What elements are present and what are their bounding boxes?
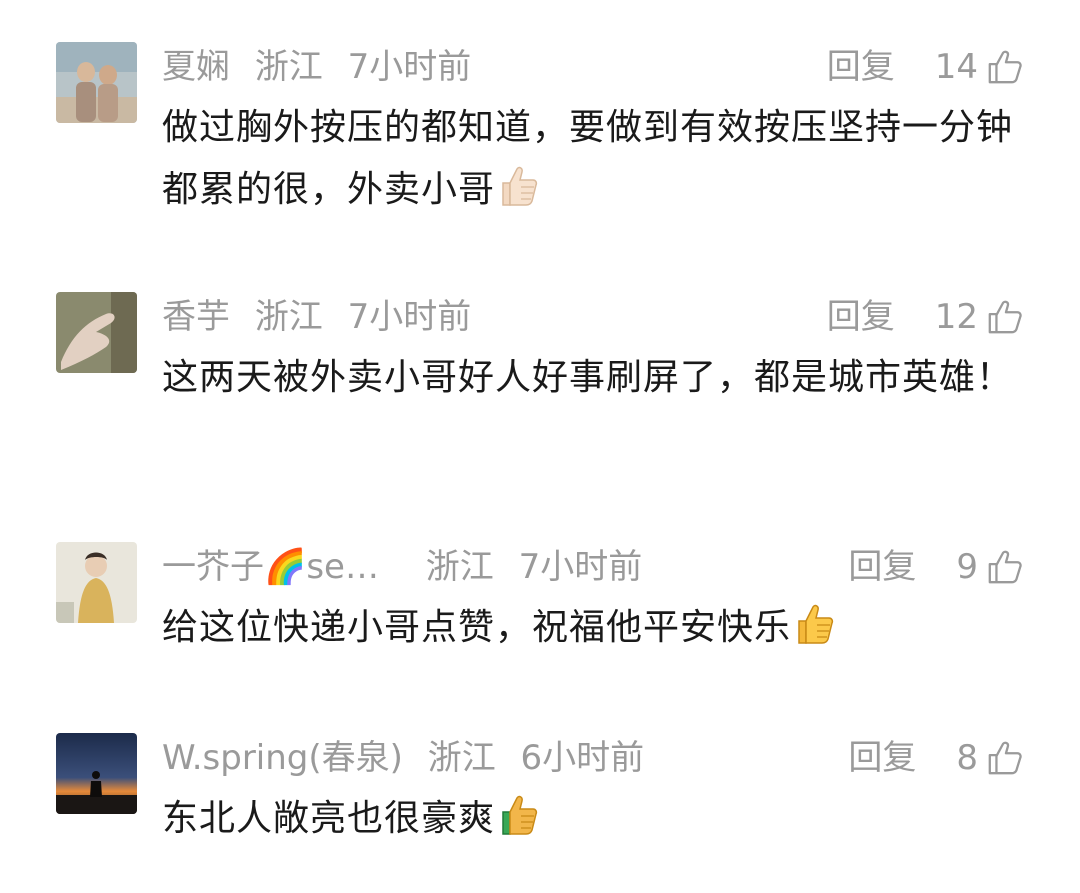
comment-meta: 夏娴 浙江 7小时前 [162,42,485,92]
location: 浙江 [425,547,494,587]
username[interactable]: 香芋 [162,297,230,337]
username[interactable]: W.spring(春泉) [162,738,403,778]
timestamp: 7小时前 [347,297,472,337]
location: 浙江 [427,738,496,778]
avatar[interactable] [56,42,137,123]
comment-meta: 香芋 浙江 7小时前 [162,292,485,342]
comment-text-content: 做过胸外按压的都知道，要做到有效按压坚持一分钟都累的很，外卖小哥 [162,107,1014,210]
comment-text: 东北人敞亮也很豪爽 [162,788,1022,850]
hand-photo-icon [56,292,137,373]
like-count: 14 [934,47,978,87]
comment-actions: 回复 14 [827,42,1024,92]
comment-text: 做过胸外按压的都知道，要做到有效按压坚持一分钟都累的很，外卖小哥 [162,97,1022,221]
timestamp: 6小时前 [520,738,645,778]
thumbs-up-outline-icon[interactable] [986,48,1024,86]
like-count: 9 [956,547,978,587]
username[interactable]: 一芥子🌈se… [162,547,379,587]
comment-text: 这两天被外卖小哥好人好事刷屏了，都是城市英雄！ [162,347,1022,409]
comment-text: 给这位快递小哥点赞，祝福他平安快乐 [162,597,1022,659]
comment-text-content: 这两天被外卖小哥好人好事刷屏了，都是城市英雄！ [162,357,1014,398]
woman-portrait-photo-icon [56,542,137,623]
thumbs-up-outline-icon[interactable] [986,739,1024,777]
thumbs-up-yellow-icon [798,604,834,644]
thumbs-up-medium-icon [502,795,538,835]
elderly-couple-photo-icon [56,42,137,123]
sunset-silhouette-photo-icon [56,733,137,814]
comment-text-content: 东北人敞亮也很豪爽 [162,798,496,839]
avatar[interactable] [56,542,137,623]
thumbs-up-outline-icon[interactable] [986,548,1024,586]
like-count: 12 [934,297,978,337]
thumbs-up-outline-icon[interactable] [986,298,1024,336]
reply-button[interactable]: 回复 [848,542,916,592]
location: 浙江 [254,47,323,87]
username[interactable]: 夏娴 [162,47,230,87]
reply-button[interactable]: 回复 [827,42,895,92]
reply-button[interactable]: 回复 [848,733,916,783]
comment-actions: 回复 12 [827,292,1024,342]
comment-meta: 一芥子🌈se… 浙江 7小时前 [162,542,656,592]
location: 浙江 [254,297,323,337]
comment-text-content: 给这位快递小哥点赞，祝福他平安快乐 [162,607,792,648]
comment-meta: W.spring(春泉) 浙江 6小时前 [162,733,658,783]
comment-actions: 回复 9 [848,542,1024,592]
timestamp: 7小时前 [518,547,643,587]
comment-actions: 回复 8 [848,733,1024,783]
reply-button[interactable]: 回复 [827,292,895,342]
thumbs-up-light-icon [502,166,538,206]
timestamp: 7小时前 [347,47,472,87]
like-count: 8 [956,738,978,778]
avatar[interactable] [56,292,137,373]
avatar[interactable] [56,733,137,814]
